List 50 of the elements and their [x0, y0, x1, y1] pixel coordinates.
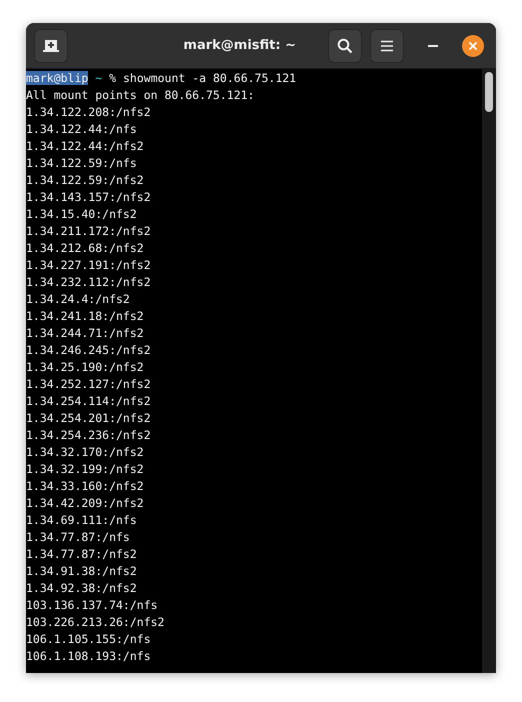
output-line: 1.34.212.68:/nfs2 [26, 240, 145, 257]
menu-icon [381, 40, 393, 52]
command-text: showmount -a 80.66.75.121 [123, 71, 296, 85]
output-line: 1.34.77.87:/nfs2 [26, 546, 138, 563]
output-line: 1.34.122.44:/nfs2 [26, 138, 145, 155]
output-line: 1.34.122.208:/nfs2 [26, 104, 152, 121]
minimize-icon [428, 44, 438, 46]
output-line: 1.34.91.38:/nfs2 [26, 563, 138, 580]
window-title: mark@misfit: ~ [183, 38, 296, 53]
output-line: 1.34.254.201:/nfs2 [26, 410, 152, 427]
output-line: 1.34.211.172:/nfs2 [26, 223, 152, 240]
search-button[interactable] [328, 28, 362, 62]
output-line: 1.34.244.71:/nfs2 [26, 325, 145, 342]
output-line: 1.34.32.170:/nfs2 [26, 444, 145, 461]
output-line: 1.34.143.157:/nfs2 [26, 189, 152, 206]
output-line: 106.1.105.155:/nfs [26, 631, 152, 648]
prompt-directory: ~ [95, 71, 102, 85]
output-line: 103.136.137.74:/nfs [26, 597, 159, 614]
output-line: 1.34.25.190:/nfs2 [26, 359, 145, 376]
output-line: 1.34.232.112:/nfs2 [26, 274, 152, 291]
new-tab-icon [43, 38, 59, 52]
output-line: 103.226.213.26:/nfs2 [26, 614, 166, 631]
output-line: 1.34.42.209:/nfs2 [26, 495, 145, 512]
scrollbar-thumb[interactable] [485, 72, 493, 112]
output-line: All mount points on 80.66.75.121: [26, 87, 256, 104]
output-line: 1.34.33.160:/nfs2 [26, 478, 145, 495]
output-line: 1.34.69.111:/nfs [26, 512, 138, 529]
output-line: 1.34.122.44:/nfs [26, 121, 138, 138]
output-line: 1.34.24.4:/nfs2 [26, 291, 131, 308]
output-line: 1.34.92.38:/nfs2 [26, 580, 138, 597]
output-line: 1.34.254.236:/nfs2 [26, 427, 152, 444]
prompt-symbol: % [109, 71, 116, 85]
new-tab-button[interactable] [34, 28, 68, 62]
scrollbar[interactable] [482, 69, 496, 673]
output-line: 1.34.122.59:/nfs2 [26, 172, 145, 189]
output-line: 1.34.15.40:/nfs2 [26, 206, 138, 223]
search-icon [337, 38, 353, 54]
close-button[interactable] [462, 34, 484, 56]
output-line: 1.34.246.245:/nfs2 [26, 342, 152, 359]
output-line: 1.34.254.114:/nfs2 [26, 393, 152, 410]
output-line: 1.34.32.199:/nfs2 [26, 461, 145, 478]
output-line: 1.34.227.191:/nfs2 [26, 257, 152, 274]
prompt-user-host: mark@blip [26, 71, 88, 85]
output-line: 1.34.77.87:/nfs [26, 529, 131, 546]
close-icon [468, 40, 478, 50]
output-line: 1.34.122.59:/nfs [26, 155, 138, 172]
output-line: 1.34.252.127:/nfs2 [26, 376, 152, 393]
output-line: 1.34.241.18:/nfs2 [26, 308, 145, 325]
menu-button[interactable] [370, 28, 404, 62]
output-line: 106.1.108.193:/nfs [26, 648, 152, 665]
